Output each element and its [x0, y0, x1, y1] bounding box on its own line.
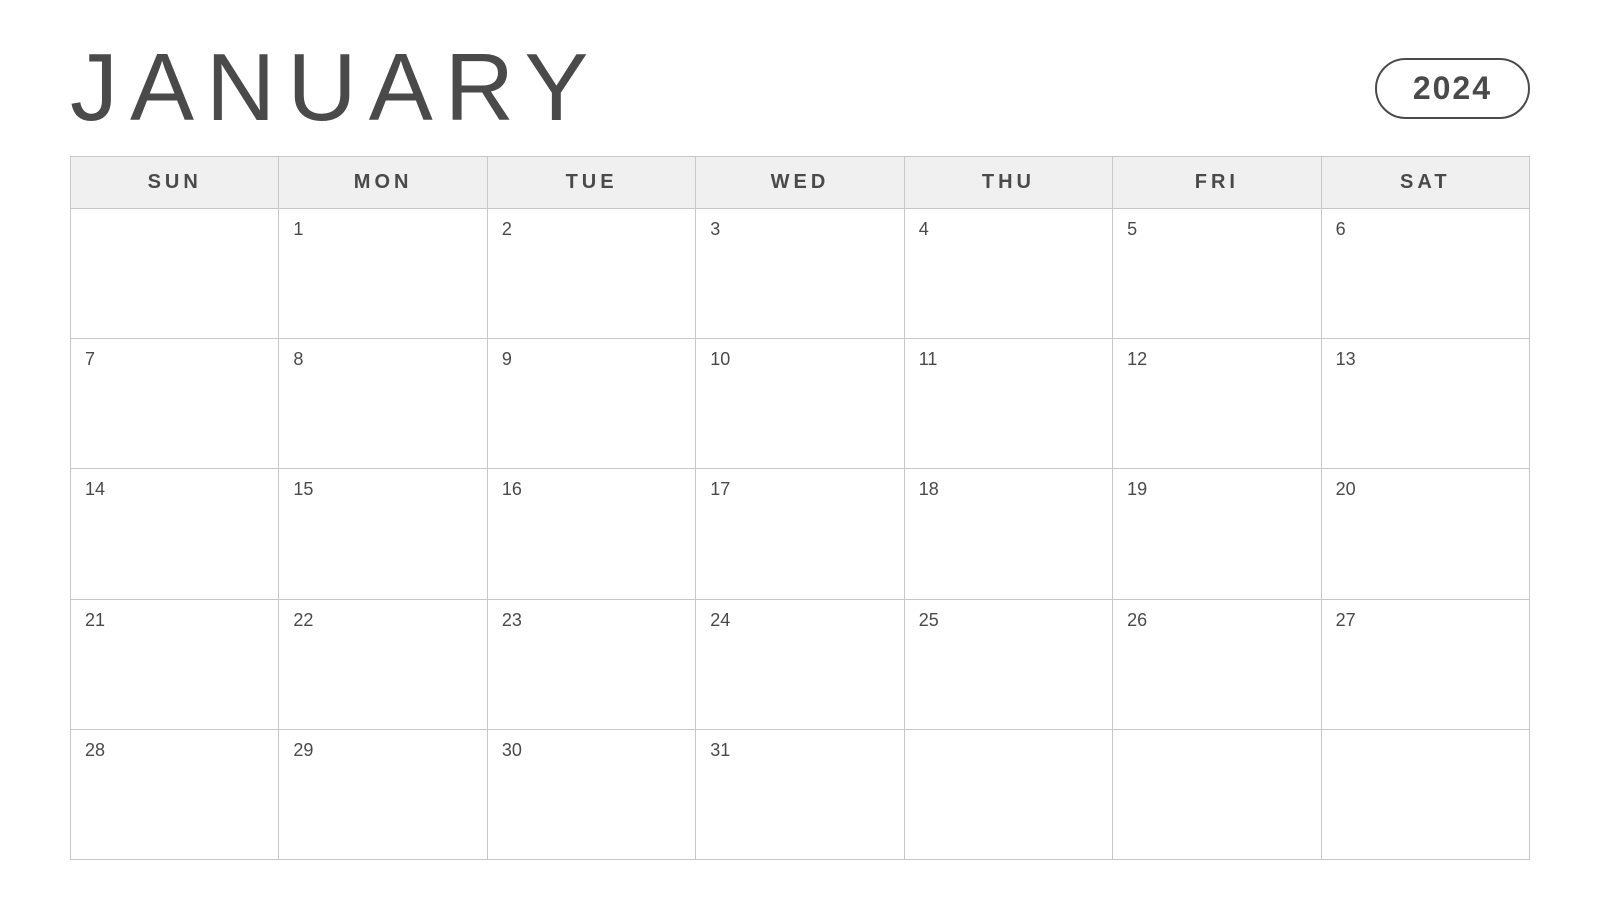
day-cell-20[interactable]: 20: [1322, 469, 1530, 599]
calendar-header: JANUARY 2024: [70, 40, 1530, 136]
day-cell-empty[interactable]: [71, 209, 279, 339]
weekday-header-mon: MON: [279, 157, 487, 209]
weekday-header-thu: THU: [905, 157, 1113, 209]
day-cell-18[interactable]: 18: [905, 469, 1113, 599]
weekday-header-wed: WED: [696, 157, 904, 209]
day-cell-23[interactable]: 23: [488, 600, 696, 730]
day-cell-14[interactable]: 14: [71, 469, 279, 599]
day-cell-7[interactable]: 7: [71, 339, 279, 469]
day-cell-12[interactable]: 12: [1113, 339, 1321, 469]
weekday-header-sun: SUN: [71, 157, 279, 209]
day-cell-11[interactable]: 11: [905, 339, 1113, 469]
day-cell-16[interactable]: 16: [488, 469, 696, 599]
calendar-grid: SUNMONTUEWEDTHUFRISAT1234567891011121314…: [70, 156, 1530, 860]
day-cell-17[interactable]: 17: [696, 469, 904, 599]
weekday-header-tue: TUE: [488, 157, 696, 209]
day-cell-25[interactable]: 25: [905, 600, 1113, 730]
day-cell-empty[interactable]: [1322, 730, 1530, 860]
day-cell-empty[interactable]: [905, 730, 1113, 860]
day-cell-4[interactable]: 4: [905, 209, 1113, 339]
day-cell-30[interactable]: 30: [488, 730, 696, 860]
day-cell-26[interactable]: 26: [1113, 600, 1321, 730]
day-cell-empty[interactable]: [1113, 730, 1321, 860]
day-cell-27[interactable]: 27: [1322, 600, 1530, 730]
day-cell-10[interactable]: 10: [696, 339, 904, 469]
weekday-header-sat: SAT: [1322, 157, 1530, 209]
day-cell-28[interactable]: 28: [71, 730, 279, 860]
day-cell-13[interactable]: 13: [1322, 339, 1530, 469]
day-cell-31[interactable]: 31: [696, 730, 904, 860]
day-cell-1[interactable]: 1: [279, 209, 487, 339]
day-cell-15[interactable]: 15: [279, 469, 487, 599]
weekday-header-fri: FRI: [1113, 157, 1321, 209]
day-cell-22[interactable]: 22: [279, 600, 487, 730]
day-cell-29[interactable]: 29: [279, 730, 487, 860]
day-cell-24[interactable]: 24: [696, 600, 904, 730]
day-cell-3[interactable]: 3: [696, 209, 904, 339]
day-cell-21[interactable]: 21: [71, 600, 279, 730]
day-cell-19[interactable]: 19: [1113, 469, 1321, 599]
day-cell-9[interactable]: 9: [488, 339, 696, 469]
day-cell-8[interactable]: 8: [279, 339, 487, 469]
year-badge: 2024: [1375, 58, 1530, 119]
month-title: JANUARY: [70, 40, 600, 136]
day-cell-2[interactable]: 2: [488, 209, 696, 339]
day-cell-5[interactable]: 5: [1113, 209, 1321, 339]
day-cell-6[interactable]: 6: [1322, 209, 1530, 339]
